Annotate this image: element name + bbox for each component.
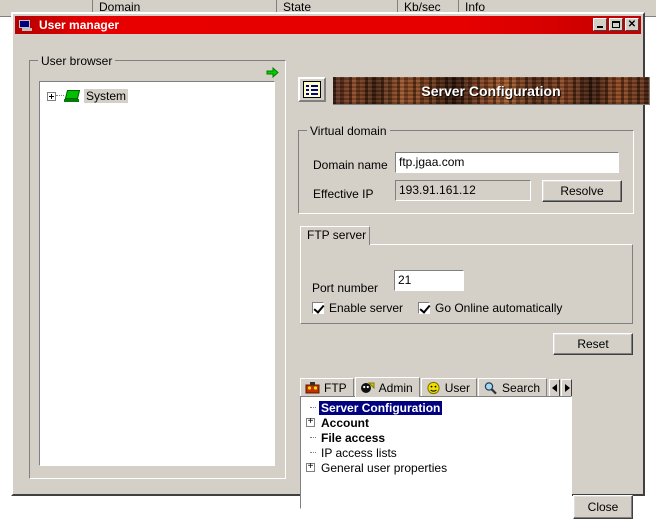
checkbox-icon — [418, 302, 430, 314]
effective-ip-value: 193.91.161.12 — [395, 180, 531, 201]
expander-plus-icon[interactable] — [306, 460, 315, 473]
window-client-area: User browser System Server Configuration… — [15, 36, 650, 519]
tree-connector — [306, 448, 316, 457]
settings-tree-list[interactable]: Server Configuration Account File access… — [300, 396, 572, 509]
effective-ip-label: Effective IP — [313, 187, 374, 201]
domain-name-input[interactable]: ftp.jgaa.com — [395, 152, 619, 173]
list-item-label: General user properties — [321, 460, 448, 475]
expander-plus-icon[interactable] — [306, 415, 315, 428]
list-item-label: Server Configuration — [319, 400, 443, 415]
bottom-tab-bar: FTP Admin User Search — [300, 377, 572, 397]
tab-label: User — [444, 381, 471, 395]
ftp-icon — [305, 381, 320, 395]
list-item-label: Account — [321, 415, 369, 430]
list-item[interactable]: IP access lists — [301, 445, 571, 460]
user-smiley-icon — [426, 381, 441, 395]
domain-name-label: Domain name — [313, 158, 388, 172]
tab-ftp[interactable]: FTP — [300, 378, 354, 397]
user-browser-legend: User browser — [38, 54, 116, 68]
user-tree-panel[interactable]: System — [39, 81, 275, 466]
window-titlebar[interactable]: User manager ✕ — [15, 16, 641, 34]
tab-search[interactable]: Search — [478, 378, 548, 397]
tab-user[interactable]: User — [420, 378, 478, 397]
tree-node-label: System — [84, 89, 129, 103]
expander-plus-icon[interactable] — [47, 91, 56, 101]
ftp-server-panel: Port number 21 Enable server Go Online a… — [300, 244, 633, 324]
reset-button[interactable]: Reset — [553, 333, 633, 355]
virtual-domain-group: Virtual domain Domain name ftp.jgaa.com … — [298, 124, 634, 214]
user-manager-window: User manager ✕ User browser System Serve… — [11, 12, 650, 519]
banner-title: Server Configuration — [421, 82, 561, 99]
close-dialog-button[interactable]: Close — [573, 495, 633, 519]
system-monitor-icon — [64, 89, 81, 103]
tab-label: Search — [502, 381, 541, 395]
maximize-button[interactable] — [609, 18, 623, 31]
go-online-label: Go Online automatically — [435, 301, 563, 315]
minimize-button[interactable] — [593, 18, 607, 31]
enable-server-checkbox[interactable]: Enable server — [312, 301, 403, 315]
user-manager-icon — [18, 18, 34, 32]
user-browser-group: User browser System — [29, 54, 286, 479]
magnifier-icon — [483, 381, 498, 395]
list-item[interactable]: File access — [301, 430, 571, 445]
list-item-label: File access — [321, 430, 386, 445]
properties-view-button[interactable] — [298, 77, 326, 102]
checkbox-icon — [312, 302, 324, 314]
scroll-right-icon[interactable] — [561, 379, 572, 397]
list-properties-icon — [303, 81, 321, 98]
close-icon: ✕ — [627, 19, 637, 30]
tab-label: Admin — [378, 380, 413, 395]
tree-connector — [306, 433, 316, 442]
window-controls: ✕ — [593, 18, 639, 31]
list-item[interactable]: Account — [301, 415, 571, 430]
list-item[interactable]: Server Configuration — [301, 400, 571, 415]
go-online-automatically-checkbox[interactable]: Go Online automatically — [418, 301, 562, 315]
close-button[interactable]: ✕ — [625, 18, 639, 31]
server-configuration-banner: Server Configuration — [333, 77, 650, 105]
tree-connector — [56, 95, 64, 97]
tree-connector — [306, 403, 316, 412]
list-item-label: IP access lists — [321, 445, 397, 460]
admin-icon — [360, 381, 375, 395]
virtual-domain-legend: Virtual domain — [307, 124, 390, 138]
tab-ftp-server[interactable]: FTP server — [300, 226, 370, 245]
list-item[interactable]: General user properties — [301, 460, 571, 475]
window-title: User manager — [39, 18, 120, 32]
green-arrow-icon[interactable] — [266, 66, 279, 79]
scroll-left-icon[interactable] — [549, 379, 561, 397]
tree-node-system[interactable]: System — [40, 88, 274, 104]
enable-server-label: Enable server — [329, 301, 404, 315]
port-number-label: Port number — [312, 281, 379, 295]
port-number-input[interactable]: 21 — [394, 270, 464, 291]
resolve-button[interactable]: Resolve — [542, 180, 622, 202]
tab-admin[interactable]: Admin — [354, 377, 420, 397]
tab-label: FTP — [324, 381, 347, 395]
